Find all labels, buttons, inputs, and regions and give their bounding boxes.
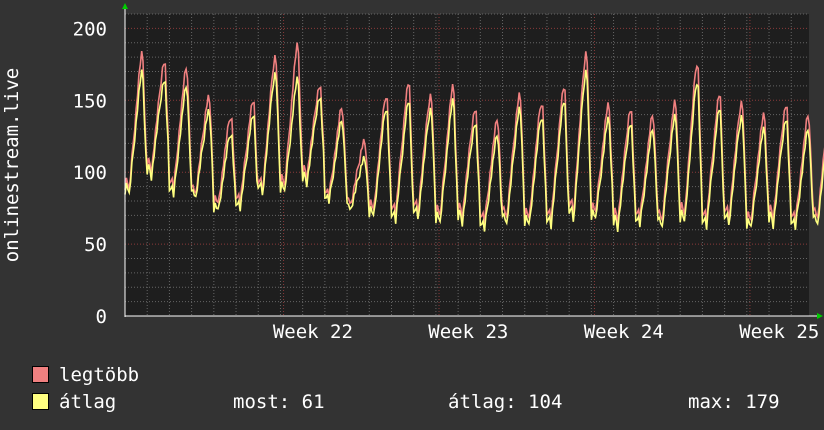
- y-tick-label: 200: [73, 18, 107, 40]
- legend-label-avg: átlag: [59, 391, 117, 413]
- x-tick-label: Week 22: [273, 321, 353, 343]
- y-tick-label: 0: [96, 306, 107, 328]
- y-tick-label: 50: [84, 234, 107, 256]
- x-tick-label: Week 23: [428, 321, 508, 343]
- legend-label-max: legtöbb: [59, 364, 140, 386]
- y-tick-label: 150: [73, 90, 107, 112]
- stat-current: most: 61: [233, 391, 325, 413]
- y-axis-label: onlinestream.live: [1, 68, 23, 262]
- y-axis-arrow: [122, 3, 128, 9]
- x-tick-label: Week 24: [584, 321, 664, 343]
- plot-background: [125, 14, 809, 316]
- x-axis-arrow: [817, 313, 823, 319]
- line-chart: 0 50 100 150 200 Week 22 Week 23 Week 24 Week 25…: [1, 3, 824, 343]
- legend-swatch-avg: [32, 393, 49, 410]
- y-tick-label: 100: [73, 162, 107, 184]
- x-tick-label: Week 25: [739, 321, 819, 343]
- stat-max: max: 179: [688, 391, 780, 413]
- stat-average: átlag: 104: [448, 391, 563, 413]
- legend-swatch-max: [32, 366, 49, 383]
